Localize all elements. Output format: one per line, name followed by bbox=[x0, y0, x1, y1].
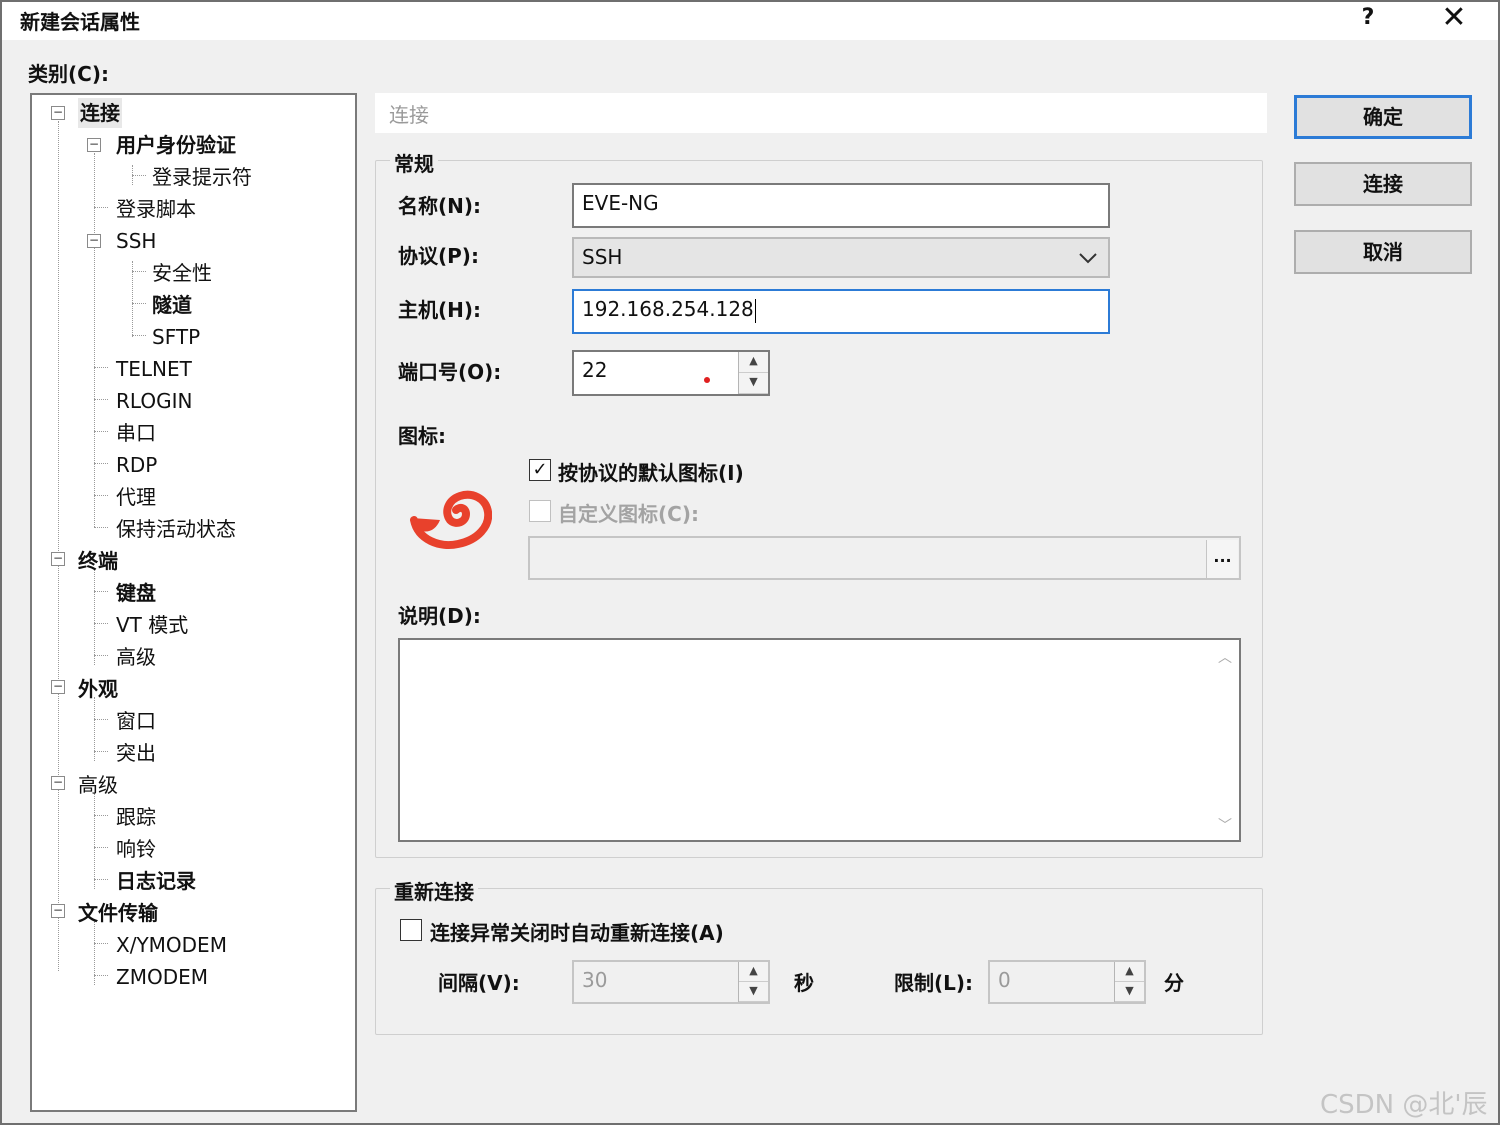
tree-item-zmodem[interactable]: ZMODEM bbox=[116, 962, 208, 992]
tree-item-tunnels[interactable]: 隧道 bbox=[152, 290, 192, 320]
tree-item-rlogin[interactable]: RLOGIN bbox=[116, 386, 192, 416]
default-icon-checkbox[interactable]: ✓ bbox=[529, 459, 551, 481]
interval-value: 30 bbox=[582, 968, 608, 992]
panel-header: 连接 bbox=[375, 93, 1267, 133]
auto-reconnect-label[interactable]: 连接异常关闭时自动重新连接(A) bbox=[430, 917, 724, 946]
session-properties-dialog: 新建会话属性 ? ✕ 类别(C): − − − − − − − 连接 用户身份验… bbox=[0, 0, 1500, 1125]
limit-spinner[interactable]: ▲ ▼ bbox=[1114, 962, 1144, 1002]
limit-label: 限制(L): bbox=[894, 971, 974, 995]
description-label: 说明(D): bbox=[398, 604, 481, 628]
collapse-icon[interactable]: − bbox=[51, 106, 65, 120]
name-field[interactable]: EVE-NG bbox=[572, 183, 1110, 228]
description-scrollbar[interactable]: ︿ ﹀ bbox=[1211, 640, 1239, 840]
chevron-down-icon bbox=[1079, 253, 1097, 264]
collapse-icon[interactable]: − bbox=[51, 776, 65, 790]
spin-up-icon[interactable]: ▲ bbox=[739, 962, 768, 982]
spin-down-icon[interactable]: ▼ bbox=[739, 373, 768, 394]
red-dot-icon bbox=[704, 377, 710, 383]
tree-item-sftp[interactable]: SFTP bbox=[152, 322, 200, 352]
tree-item-keyboard[interactable]: 键盘 bbox=[116, 578, 156, 608]
description-field[interactable]: ︿ ﹀ bbox=[398, 638, 1241, 842]
tree-item-security[interactable]: 安全性 bbox=[152, 258, 212, 288]
protocol-select-value: SSH bbox=[582, 245, 623, 269]
text-caret bbox=[754, 298, 756, 323]
tree-item-vt-mode[interactable]: VT 模式 bbox=[116, 610, 188, 640]
tree-item-proxy[interactable]: 代理 bbox=[116, 482, 156, 512]
tree-item-appearance[interactable]: 外观 bbox=[78, 674, 118, 704]
custom-icon-checkbox[interactable] bbox=[529, 500, 551, 522]
tree-item-login-script[interactable]: 登录脚本 bbox=[116, 194, 196, 224]
tree-item-trace[interactable]: 跟踪 bbox=[116, 802, 156, 832]
tree-item-terminal[interactable]: 终端 bbox=[78, 546, 118, 576]
connect-button[interactable]: 连接 bbox=[1294, 162, 1472, 206]
limit-value: 0 bbox=[998, 968, 1011, 992]
ok-button[interactable]: 确定 bbox=[1294, 95, 1472, 139]
tree-item-logging[interactable]: 日志记录 bbox=[116, 866, 196, 896]
tree-item-file-transfer[interactable]: 文件传输 bbox=[78, 898, 158, 928]
tree-item-terminal-advanced[interactable]: 高级 bbox=[116, 642, 156, 672]
reconnect-group-title: 重新连接 bbox=[390, 876, 478, 905]
collapse-icon[interactable]: − bbox=[51, 904, 65, 918]
general-group-title: 常规 bbox=[390, 148, 438, 177]
name-label: 名称(N): bbox=[398, 194, 482, 218]
tree-item-ssh[interactable]: SSH bbox=[116, 226, 156, 256]
close-icon[interactable]: ✕ bbox=[1432, 3, 1476, 37]
interval-unit: 秒 bbox=[794, 971, 814, 995]
collapse-icon[interactable]: − bbox=[87, 138, 101, 152]
tree-item-connection[interactable]: 连接 bbox=[78, 98, 122, 128]
limit-field[interactable]: 0 ▲ ▼ bbox=[988, 960, 1146, 1004]
interval-field[interactable]: 30 ▲ ▼ bbox=[572, 960, 770, 1004]
browse-button[interactable]: ... bbox=[1206, 540, 1238, 578]
host-field-value: 192.168.254.128 bbox=[582, 297, 754, 321]
scroll-up-icon[interactable]: ︿ bbox=[1211, 644, 1239, 672]
collapse-icon[interactable]: − bbox=[51, 552, 65, 566]
host-label: 主机(H): bbox=[398, 298, 482, 322]
cancel-button[interactable]: 取消 bbox=[1294, 230, 1472, 274]
port-label: 端口号(O): bbox=[398, 360, 502, 384]
host-field[interactable]: 192.168.254.128 bbox=[572, 289, 1110, 334]
custom-icon-label[interactable]: 自定义图标(C): bbox=[558, 498, 699, 527]
auto-reconnect-checkbox[interactable] bbox=[400, 919, 422, 941]
tree-item-telnet[interactable]: TELNET bbox=[116, 354, 192, 384]
category-tree[interactable]: − − − − − − − 连接 用户身份验证 登录提示符 登录脚本 SSH 安… bbox=[30, 93, 357, 1112]
port-field[interactable]: 22 ▲ ▼ bbox=[572, 350, 770, 396]
tree-item-serial[interactable]: 串口 bbox=[116, 418, 156, 448]
spin-down-icon[interactable]: ▼ bbox=[739, 982, 768, 1002]
default-icon-label[interactable]: 按协议的默认图标(I) bbox=[558, 457, 744, 486]
collapse-icon[interactable]: − bbox=[87, 234, 101, 248]
window-title: 新建会话属性 bbox=[20, 10, 140, 34]
help-button[interactable]: ? bbox=[1348, 3, 1388, 37]
tree-item-highlight[interactable]: 突出 bbox=[116, 738, 156, 768]
custom-icon-path-field[interactable] bbox=[528, 536, 1241, 580]
tree-item-xymodem[interactable]: X/YMODEM bbox=[116, 930, 227, 960]
limit-unit: 分 bbox=[1164, 971, 1184, 995]
tree-item-advanced[interactable]: 高级 bbox=[78, 770, 118, 800]
collapse-icon[interactable]: − bbox=[51, 680, 65, 694]
tree-item-login-prompts[interactable]: 登录提示符 bbox=[152, 162, 252, 192]
tree-item-bell[interactable]: 响铃 bbox=[116, 834, 156, 864]
panel-header-text: 连接 bbox=[389, 103, 429, 127]
tree-item-authentication[interactable]: 用户身份验证 bbox=[116, 130, 236, 160]
spin-up-icon[interactable]: ▲ bbox=[739, 352, 768, 373]
protocol-select[interactable]: SSH bbox=[572, 237, 1110, 278]
port-spinner[interactable]: ▲ ▼ bbox=[738, 352, 768, 394]
tree-item-window[interactable]: 窗口 bbox=[116, 706, 156, 736]
protocol-label: 协议(P): bbox=[398, 244, 479, 268]
interval-spinner[interactable]: ▲ ▼ bbox=[738, 962, 768, 1002]
icon-label: 图标: bbox=[398, 424, 446, 448]
title-bar: 新建会话属性 ? ✕ bbox=[2, 2, 1498, 40]
spin-down-icon[interactable]: ▼ bbox=[1115, 982, 1144, 1002]
protocol-logo-icon bbox=[410, 490, 492, 549]
spin-up-icon[interactable]: ▲ bbox=[1115, 962, 1144, 982]
tree-item-keepalive[interactable]: 保持活动状态 bbox=[116, 514, 236, 544]
interval-label: 间隔(V): bbox=[438, 971, 520, 995]
port-field-value: 22 bbox=[582, 358, 608, 382]
scroll-down-icon[interactable]: ﹀ bbox=[1211, 812, 1239, 840]
watermark: CSDN @北'辰 bbox=[1320, 1090, 1488, 1120]
tree-item-rdp[interactable]: RDP bbox=[116, 450, 157, 480]
category-label: 类别(C): bbox=[28, 62, 109, 86]
